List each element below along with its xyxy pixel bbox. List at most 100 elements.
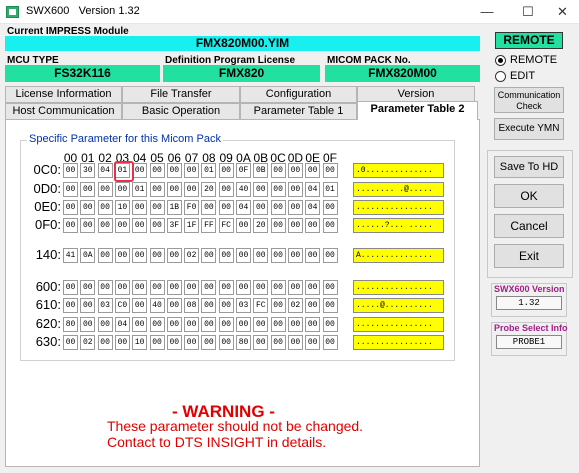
hex-cell[interactable]: 00	[149, 335, 165, 350]
hex-cell[interactable]: 00	[80, 298, 96, 313]
hex-cell[interactable]: C0	[114, 298, 130, 313]
hex-cell[interactable]: 00	[114, 182, 130, 197]
hex-cell[interactable]: 00	[287, 182, 303, 197]
hex-cell[interactable]: 01	[132, 182, 148, 197]
hex-cell[interactable]: 00	[287, 317, 303, 332]
hex-cell[interactable]: 01	[201, 163, 217, 178]
hex-cell[interactable]: 04	[305, 182, 321, 197]
hex-cell[interactable]: 00	[63, 335, 78, 350]
hex-cell[interactable]: 00	[305, 280, 321, 295]
hex-cell[interactable]: 00	[166, 163, 182, 178]
hex-cell[interactable]: 00	[287, 248, 303, 263]
hex-cell[interactable]: 00	[166, 317, 182, 332]
hex-cell[interactable]: 02	[80, 335, 96, 350]
hex-cell[interactable]: 04	[114, 317, 130, 332]
hex-cell[interactable]: 00	[184, 317, 200, 332]
tab-file-transfer[interactable]: File Transfer	[122, 86, 240, 103]
hex-cell[interactable]: 40	[149, 298, 165, 313]
cancel-button[interactable]: Cancel	[494, 214, 564, 238]
hex-cell[interactable]: 00	[287, 280, 303, 295]
hex-cell[interactable]: 00	[184, 280, 200, 295]
hex-cell[interactable]: 03	[97, 298, 113, 313]
hex-cell[interactable]: 02	[184, 248, 200, 263]
hex-cell[interactable]: 00	[184, 335, 200, 350]
hex-cell[interactable]: 80	[63, 317, 78, 332]
hex-cell[interactable]: 00	[253, 182, 269, 197]
exit-button[interactable]: Exit	[494, 244, 564, 268]
hex-cell[interactable]: FF	[201, 218, 217, 233]
hex-cell[interactable]: 01	[322, 182, 338, 197]
hex-cell[interactable]: 00	[322, 218, 338, 233]
hex-cell[interactable]: 00	[218, 280, 234, 295]
edit-radio[interactable]	[495, 71, 506, 82]
hex-cell[interactable]: 00	[63, 200, 78, 215]
hex-cell[interactable]: 00	[322, 298, 338, 313]
hex-cell[interactable]: 00	[253, 200, 269, 215]
minimize-button[interactable]: —	[464, 0, 510, 24]
hex-cell[interactable]: 00	[236, 280, 251, 295]
hex-cell[interactable]: 00	[97, 218, 113, 233]
hex-cell[interactable]: 00	[201, 200, 217, 215]
hex-cell[interactable]: 00	[201, 335, 217, 350]
hex-cell[interactable]: 00	[322, 280, 338, 295]
hex-cell[interactable]: 00	[322, 317, 338, 332]
hex-cell[interactable]: 03	[236, 298, 251, 313]
hex-cell[interactable]: 02	[287, 298, 303, 313]
hex-cell[interactable]: 00	[97, 182, 113, 197]
ok-button[interactable]: OK	[494, 184, 564, 208]
tab-license-information[interactable]: License Information	[5, 86, 122, 103]
tab-configuration[interactable]: Configuration	[240, 86, 357, 103]
hex-cell[interactable]: 04	[236, 200, 251, 215]
hex-cell[interactable]: F0	[184, 200, 200, 215]
hex-cell[interactable]: 00	[287, 335, 303, 350]
hex-cell[interactable]: 00	[166, 335, 182, 350]
hex-cell[interactable]: 00	[305, 335, 321, 350]
hex-cell[interactable]: 00	[184, 182, 200, 197]
hex-cell[interactable]: 00	[149, 317, 165, 332]
hex-cell[interactable]: 00	[253, 280, 269, 295]
maximize-button[interactable]: ☐	[505, 0, 551, 24]
hex-cell[interactable]: 00	[63, 163, 78, 178]
hex-cell[interactable]: 00	[218, 317, 234, 332]
hex-cell[interactable]: 3F	[166, 218, 182, 233]
hex-cell[interactable]: 00	[270, 317, 286, 332]
hex-cell[interactable]: 00	[132, 280, 148, 295]
hex-cell[interactable]: 0B	[253, 163, 269, 178]
hex-cell[interactable]: 04	[97, 163, 113, 178]
hex-cell[interactable]: 00	[149, 182, 165, 197]
hex-cell[interactable]: 00	[270, 335, 286, 350]
hex-cell[interactable]: 00	[132, 218, 148, 233]
hex-cell[interactable]: 00	[322, 335, 338, 350]
hex-cell[interactable]: 00	[305, 163, 321, 178]
hex-cell[interactable]: 00	[97, 280, 113, 295]
hex-cell[interactable]: 00	[132, 317, 148, 332]
hex-cell[interactable]: 00	[80, 317, 96, 332]
hex-cell[interactable]: 30	[80, 163, 96, 178]
hex-cell[interactable]: 00	[270, 163, 286, 178]
hex-cell[interactable]: 00	[218, 182, 234, 197]
hex-cell[interactable]: 00	[114, 335, 130, 350]
hex-cell[interactable]: 00	[270, 182, 286, 197]
hex-cell[interactable]: 00	[322, 163, 338, 178]
hex-cell[interactable]: 00	[132, 298, 148, 313]
tab-host-communication[interactable]: Host Communication	[5, 103, 122, 120]
hex-cell[interactable]: 00	[63, 280, 78, 295]
hex-cell[interactable]: 41	[63, 248, 78, 263]
hex-cell[interactable]: 00	[322, 248, 338, 263]
hex-cell[interactable]: 10	[132, 335, 148, 350]
hex-cell[interactable]: 00	[63, 218, 78, 233]
hex-cell[interactable]: 00	[114, 218, 130, 233]
hex-cell[interactable]: 00	[80, 200, 96, 215]
tab-parameter-table-2[interactable]: Parameter Table 2	[357, 101, 478, 120]
hex-cell[interactable]: 00	[270, 218, 286, 233]
hex-cell[interactable]: 00	[132, 248, 148, 263]
hex-cell[interactable]: 00	[305, 218, 321, 233]
hex-cell[interactable]: 00	[253, 335, 269, 350]
hex-cell[interactable]: 00	[236, 317, 251, 332]
hex-cell[interactable]: 00	[201, 298, 217, 313]
hex-cell[interactable]: 0F	[236, 163, 251, 178]
tab-basic-operation[interactable]: Basic Operation	[122, 103, 240, 120]
close-button[interactable]: ✕	[546, 0, 579, 24]
hex-cell[interactable]: 00	[149, 218, 165, 233]
hex-cell[interactable]: 00	[166, 248, 182, 263]
